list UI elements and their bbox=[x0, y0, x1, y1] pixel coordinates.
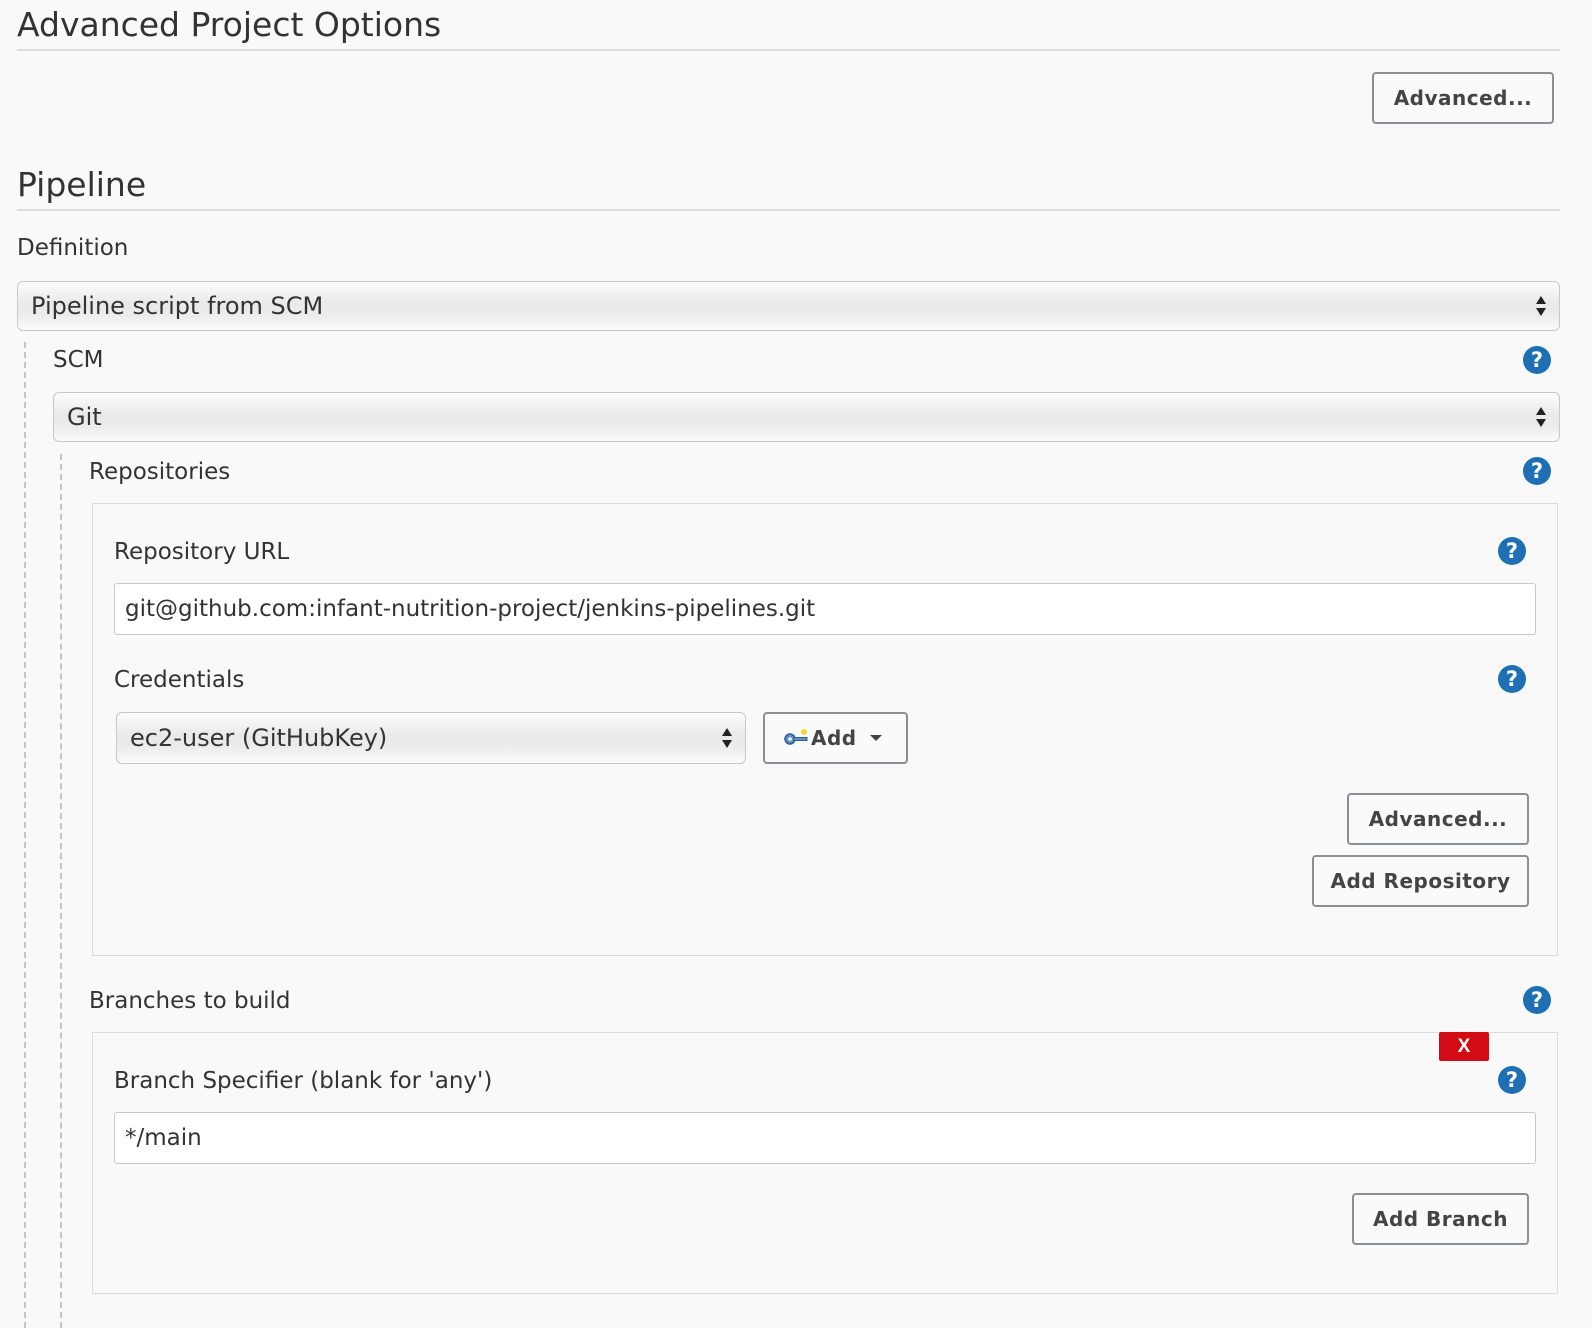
pipeline-title: Pipeline bbox=[17, 165, 147, 204]
scm-select-value: Git bbox=[67, 403, 102, 431]
updown-arrows-icon bbox=[1536, 407, 1546, 427]
nesting-guide bbox=[60, 454, 62, 1328]
branches-help-icon[interactable]: ? bbox=[1523, 986, 1551, 1014]
branch-specifier-input[interactable]: */main bbox=[114, 1112, 1536, 1164]
scm-help-icon[interactable]: ? bbox=[1523, 346, 1551, 374]
add-credentials-button[interactable]: Add bbox=[763, 712, 908, 764]
branches-label: Branches to build bbox=[89, 988, 291, 1014]
add-credentials-label: Add bbox=[811, 726, 857, 750]
advanced-project-options-title: Advanced Project Options bbox=[17, 5, 442, 44]
repositories-help-icon[interactable]: ? bbox=[1523, 457, 1551, 485]
section-divider bbox=[17, 49, 1560, 51]
branch-specifier-label: Branch Specifier (blank for 'any') bbox=[114, 1068, 493, 1094]
credentials-help-icon[interactable]: ? bbox=[1498, 665, 1526, 693]
repositories-label: Repositories bbox=[89, 459, 231, 485]
delete-branch-button[interactable]: X bbox=[1439, 1032, 1489, 1061]
add-branch-button[interactable]: Add Branch bbox=[1352, 1193, 1529, 1245]
repository-url-help-icon[interactable]: ? bbox=[1498, 537, 1526, 565]
credentials-label: Credentials bbox=[114, 667, 245, 693]
repository-url-input[interactable]: git@github.com:infant-nutrition-project/… bbox=[114, 583, 1536, 635]
updown-arrows-icon bbox=[722, 728, 732, 748]
project-advanced-button[interactable]: Advanced... bbox=[1372, 72, 1554, 124]
section-divider bbox=[17, 209, 1560, 211]
definition-select-value: Pipeline script from SCM bbox=[31, 292, 324, 320]
credentials-select[interactable]: ec2-user (GitHubKey) bbox=[116, 712, 746, 764]
scm-label: SCM bbox=[53, 347, 104, 373]
definition-label: Definition bbox=[17, 235, 129, 261]
scm-select[interactable]: Git bbox=[53, 392, 1560, 442]
add-repository-button[interactable]: Add Repository bbox=[1312, 855, 1529, 907]
caret-down-icon bbox=[869, 735, 882, 741]
repository-advanced-button[interactable]: Advanced... bbox=[1347, 793, 1529, 845]
nesting-guide bbox=[24, 342, 26, 1328]
credentials-select-value: ec2-user (GitHubKey) bbox=[130, 724, 388, 752]
definition-select[interactable]: Pipeline script from SCM bbox=[17, 281, 1560, 331]
updown-arrows-icon bbox=[1536, 296, 1546, 316]
repository-url-label: Repository URL bbox=[114, 539, 290, 565]
branch-specifier-help-icon[interactable]: ? bbox=[1498, 1066, 1526, 1094]
key-icon bbox=[784, 729, 808, 745]
